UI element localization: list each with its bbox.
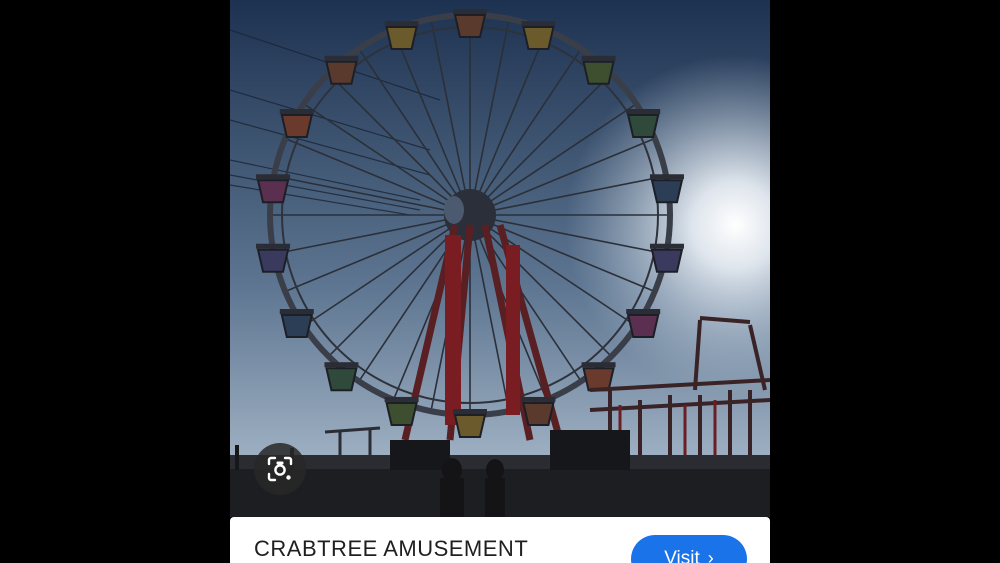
gondola-canopy <box>256 174 291 180</box>
gondola <box>626 314 660 338</box>
gondola-canopy <box>324 55 359 61</box>
gondola-canopy <box>453 409 487 414</box>
camera-search-icon <box>266 455 294 483</box>
gondola <box>522 26 555 51</box>
gondola <box>256 248 290 273</box>
gondola-canopy <box>384 21 419 27</box>
gondola <box>385 401 418 426</box>
gondola <box>256 179 290 204</box>
gondola-canopy <box>521 396 556 402</box>
image-viewer-page: CRABTREE AMUSEMENT Visit › <box>0 0 1000 563</box>
gondola <box>325 60 358 85</box>
gondola-canopy <box>649 243 684 249</box>
gondola-canopy <box>256 243 291 249</box>
gondola-canopy <box>626 309 661 314</box>
result-card[interactable]: CRABTREE AMUSEMENT Visit › <box>230 517 770 563</box>
ferris-wheel-photo <box>230 0 770 517</box>
gondola <box>280 314 314 338</box>
gondola <box>453 414 487 438</box>
gondola-canopy <box>581 362 616 368</box>
image-viewer: CRABTREE AMUSEMENT Visit › <box>230 0 770 563</box>
visit-button[interactable]: Visit › <box>631 535 747 563</box>
gondola <box>325 367 358 392</box>
gondola-canopy <box>279 309 314 314</box>
gondola <box>582 60 615 85</box>
gondola-canopy <box>581 55 616 61</box>
gondola <box>280 114 314 138</box>
gondola-canopy <box>279 109 314 114</box>
gondola <box>522 401 555 426</box>
gondola-canopy <box>384 396 419 402</box>
gondola <box>650 248 684 273</box>
gondola-canopy <box>521 21 556 27</box>
gondola-canopy <box>324 362 359 368</box>
visit-label: Visit <box>664 548 700 563</box>
result-title[interactable]: CRABTREE AMUSEMENT <box>254 536 528 562</box>
chevron-right-icon: › <box>707 548 714 563</box>
gondola <box>453 14 487 38</box>
gondola <box>582 367 615 392</box>
gondola <box>385 26 418 51</box>
gondola-canopy <box>649 174 684 180</box>
gondola <box>650 179 684 204</box>
photo-svg <box>230 0 770 517</box>
lens-search-button[interactable] <box>254 443 306 495</box>
gondola-canopy <box>626 109 661 114</box>
gondola-canopy <box>453 9 487 14</box>
gondola <box>626 114 660 138</box>
